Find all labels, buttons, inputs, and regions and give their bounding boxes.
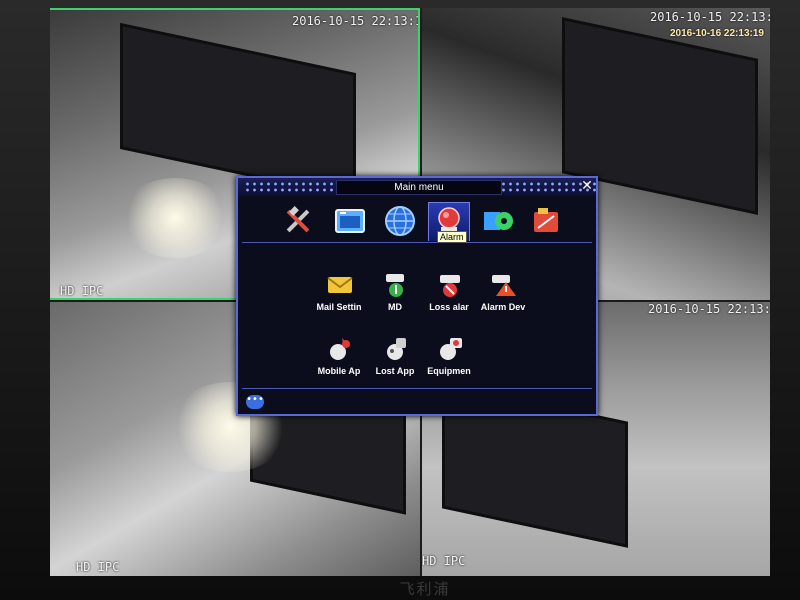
camera-timestamp: 2016-10-15 22:13:18 <box>292 14 420 28</box>
camera-light-glare <box>120 178 230 258</box>
gear-puzzle-icon <box>484 212 513 230</box>
camera-timestamp: 2016-10-15 22:13:18 <box>648 302 770 316</box>
camera-sub-timestamp: 2016-10-16 22:13:19 <box>670 28 764 39</box>
camera-timestamp: 2016-10-15 22:13:18 <box>650 10 770 24</box>
dialog-footer: ••• <box>242 388 592 411</box>
loss-alarm-icon <box>440 275 460 297</box>
camera-label: HD IPC <box>422 554 466 568</box>
camera-scene-object <box>120 22 356 200</box>
monitor-brand-logo: 飞利浦 <box>399 580 451 598</box>
equipment-icon <box>440 338 462 360</box>
alarm-device-icon <box>492 275 516 296</box>
tab-display[interactable] <box>330 202 370 240</box>
dialog-title-bar[interactable]: Main menu ✕ <box>238 178 598 196</box>
pane-selection-border <box>50 8 420 10</box>
tab-maintenance[interactable] <box>526 202 566 240</box>
motion-detect-icon <box>386 274 404 297</box>
menu-item-label: Equipmen <box>427 366 471 376</box>
main-menu-dialog: Main menu ✕ Alarm Mail Settin MD Loss al… <box>236 176 598 416</box>
tab-network[interactable] <box>380 202 420 240</box>
mail-icon <box>327 277 353 293</box>
close-button[interactable]: ✕ <box>580 179 594 193</box>
more-options-button[interactable]: ••• <box>246 395 264 409</box>
main-menu-tab-bar: Alarm <box>242 198 592 243</box>
menu-item-alarm-device[interactable]: Alarm Dev <box>468 270 538 322</box>
display-icon <box>335 209 365 233</box>
tab-alarm[interactable]: Alarm <box>428 202 470 243</box>
dialog-title: Main menu <box>336 180 502 195</box>
title-bar-dots <box>244 181 342 193</box>
tab-alarm-tooltip: Alarm <box>437 231 467 243</box>
tools-icon <box>286 206 310 233</box>
mobile-app-icon <box>330 338 350 360</box>
alarm-submenu-panel: Mail Settin MD Loss alar Alarm Dev Mobil… <box>244 246 590 386</box>
camera-label: HD IPC <box>76 560 120 574</box>
tab-advanced[interactable] <box>478 202 518 240</box>
tab-system-tools[interactable] <box>278 202 318 240</box>
camera-label: HD IPC <box>60 284 104 298</box>
network-globe-icon <box>385 206 415 236</box>
menu-item-equipment[interactable]: Equipmen <box>414 334 484 386</box>
maintenance-icon <box>534 208 558 232</box>
menu-item-label: Alarm Dev <box>480 302 526 312</box>
lost-app-icon <box>387 338 406 360</box>
